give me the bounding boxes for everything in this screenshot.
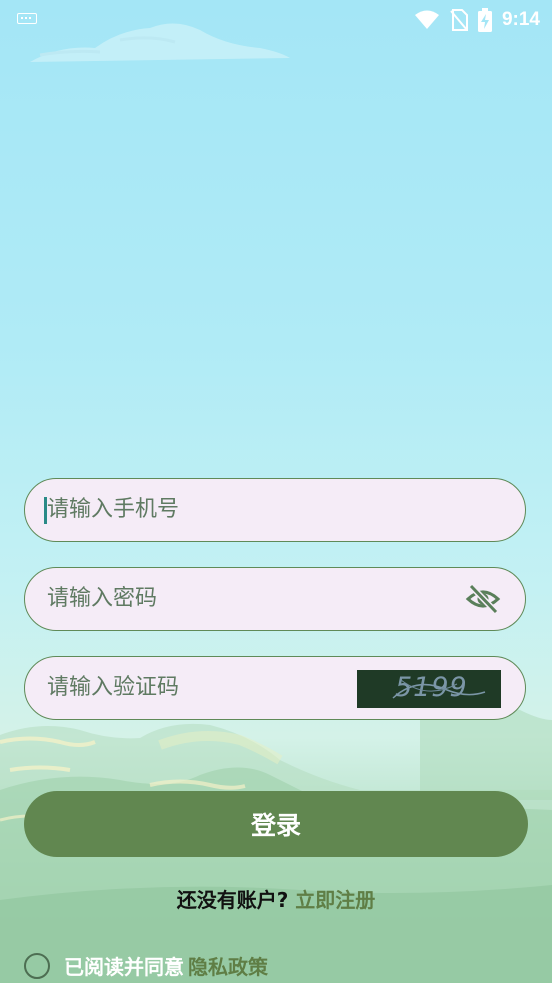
captcha-noise: [392, 679, 486, 699]
captcha-input[interactable]: [47, 657, 377, 718]
agreement-checkbox[interactable]: [24, 952, 50, 979]
agreement-text: 已阅读并同意: [64, 955, 184, 979]
register-row: 还没有账户? 立即注册: [0, 884, 552, 913]
status-bar: 9:14: [0, 0, 552, 40]
password-visibility-toggle[interactable]: [465, 582, 501, 616]
wifi-icon: [414, 10, 439, 29]
keyboard-icon: [17, 13, 37, 24]
login-button[interactable]: 登录: [24, 791, 528, 857]
privacy-policy-link[interactable]: 隐私政策: [188, 951, 268, 980]
password-field[interactable]: [24, 567, 526, 631]
phone-field[interactable]: [24, 478, 526, 542]
status-time: 9:14: [501, 9, 540, 30]
no-sim-icon: [450, 9, 468, 31]
register-prompt: 还没有账户?: [176, 888, 289, 912]
agreement-row: 已阅读并同意 隐私政策: [24, 951, 268, 980]
phone-input[interactable]: [47, 479, 377, 540]
eye-off-icon: [465, 583, 501, 615]
battery-charging-icon: [477, 8, 492, 32]
captcha-field[interactable]: 5199: [24, 656, 526, 720]
status-icons: 9:14: [414, 6, 540, 34]
password-input[interactable]: [47, 568, 377, 629]
register-link[interactable]: 立即注册: [295, 888, 375, 912]
captcha-image[interactable]: 5199: [357, 670, 501, 708]
